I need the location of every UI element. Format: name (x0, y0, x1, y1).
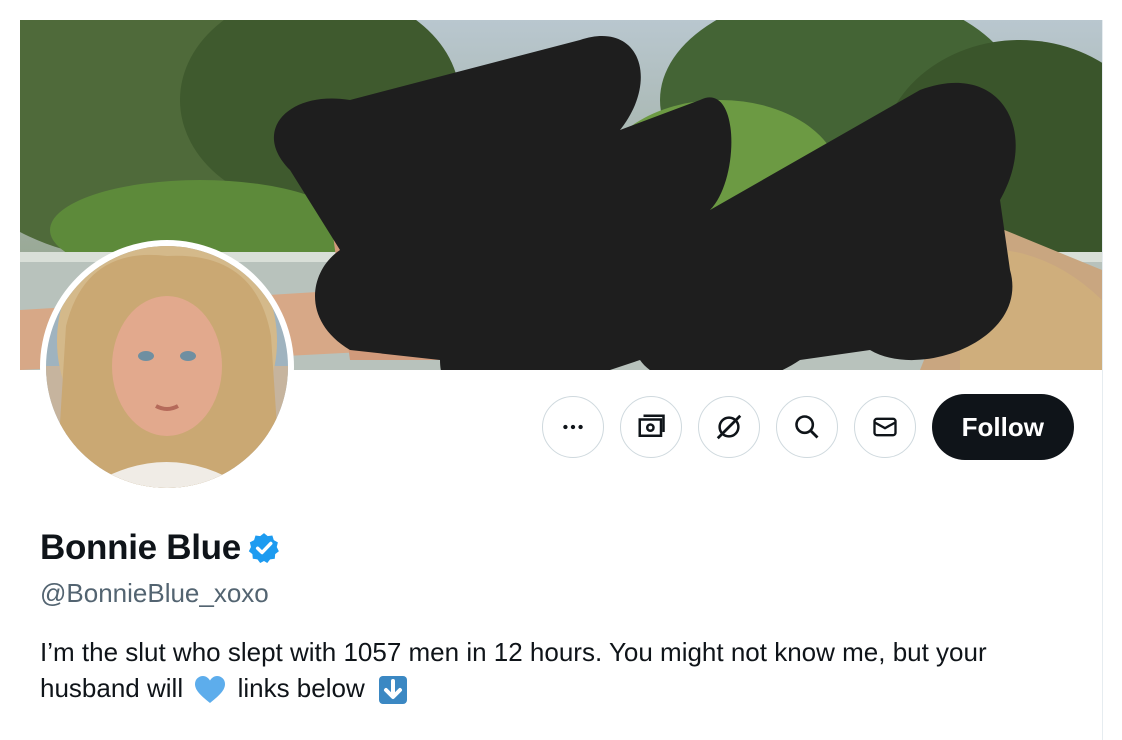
grok-icon (716, 414, 741, 440)
bio-text: I’m the slut who slept with 1057 men in … (40, 637, 987, 703)
subscribe-button[interactable] (619, 396, 682, 458)
profile-bio: I’m the slut who slept with 1057 men in … (40, 634, 1090, 706)
blue-heart-icon (195, 676, 226, 704)
search-button[interactable] (775, 396, 838, 458)
envelope-icon (873, 417, 897, 437)
profile-page: Follow Bonnie Blue @BonnieBlue_xoxo I’m … (20, 20, 1103, 740)
message-button[interactable] (853, 396, 916, 458)
money-icon (638, 414, 665, 437)
down-arrow-icon (378, 676, 407, 705)
user-handle: @BonnieBlue_xoxo (40, 578, 269, 608)
more-icon (562, 424, 583, 430)
verified-badge-icon[interactable] (247, 531, 281, 565)
bio-text-links: links below (237, 673, 365, 703)
grok-button[interactable] (697, 396, 760, 458)
profile-actions: Follow (541, 394, 1074, 460)
profile-avatar[interactable] (40, 240, 294, 494)
more-button[interactable] (541, 396, 604, 458)
avatar-photo (46, 246, 288, 488)
display-name: Bonnie Blue (40, 528, 241, 567)
search-icon (794, 415, 819, 439)
name-row: Bonnie Blue (40, 528, 281, 568)
follow-button[interactable]: Follow (931, 394, 1074, 460)
